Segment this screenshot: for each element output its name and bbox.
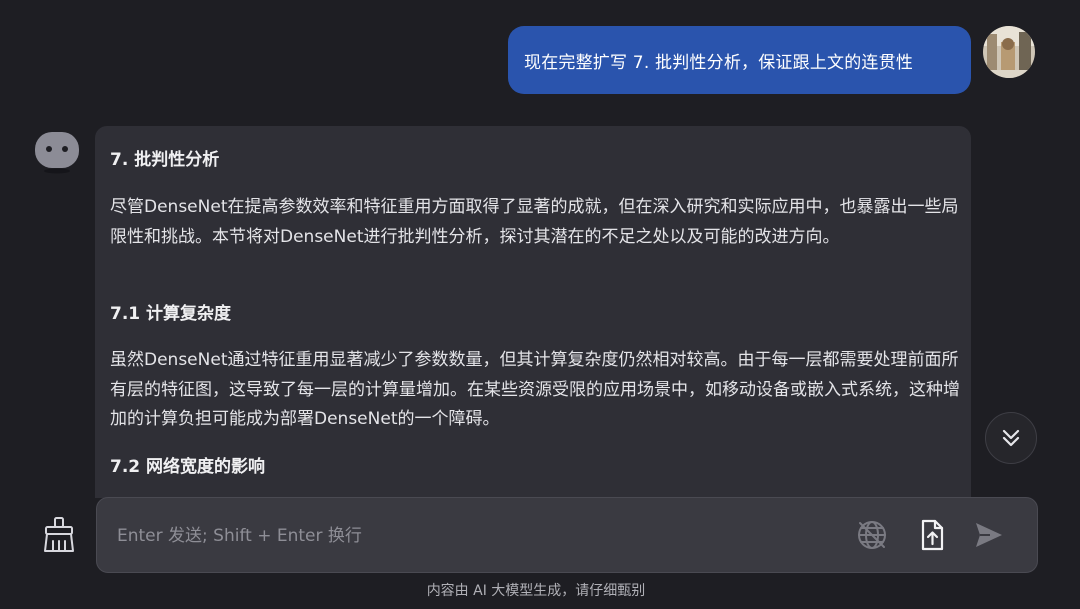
- globe-off-icon: [858, 521, 886, 549]
- user-avatar[interactable]: [983, 26, 1035, 78]
- subsection-heading-7-1: 7.1 计算复杂度: [110, 304, 232, 324]
- assistant-avatar: [34, 130, 80, 176]
- user-message-text: 现在完整扩写 7. 批判性分析，保证跟上文的连贯性: [524, 52, 914, 73]
- ai-disclaimer: 内容由 AI 大模型生成，请仔细甄别: [426, 583, 646, 599]
- subsection-paragraph-7-1: 虽然DenseNet通过特征重用显著减少了参数数量，但其计算复杂度仍然相对较高。…: [110, 350, 960, 429]
- subsection-heading-7-2: 7.2 网络宽度的影响: [110, 457, 266, 477]
- double-chevron-down-icon: [1002, 429, 1020, 447]
- message-composer: [96, 497, 1038, 573]
- send-icon: [976, 523, 1002, 547]
- scroll-to-bottom-button[interactable]: [985, 412, 1037, 464]
- message-input[interactable]: [117, 518, 817, 554]
- send-button[interactable]: [972, 518, 1006, 552]
- broom-icon: [44, 517, 74, 552]
- upload-file-button[interactable]: [915, 518, 949, 552]
- user-message-bubble: 现在完整扩写 7. 批判性分析，保证跟上文的连贯性: [508, 26, 971, 94]
- section-heading: 7. 批判性分析: [110, 150, 220, 170]
- intro-paragraph: 尽管DenseNet在提高参数效率和特征重用方面取得了显著的成就，但在深入研究和…: [110, 197, 959, 247]
- file-upload-icon: [921, 519, 944, 551]
- assistant-message-card: 7. 批判性分析 尽管DenseNet在提高参数效率和特征重用方面取得了显著的成…: [95, 126, 971, 498]
- clear-conversation-button[interactable]: [40, 515, 78, 555]
- web-search-toggle[interactable]: [855, 518, 889, 552]
